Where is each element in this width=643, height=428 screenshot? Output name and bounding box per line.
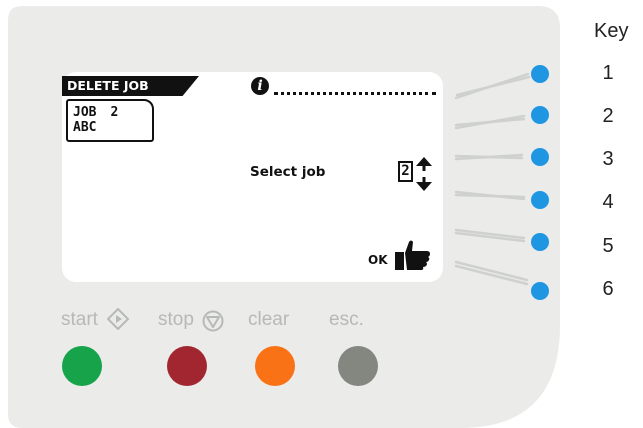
key-title: Key: [594, 20, 629, 42]
job-info-box: JOB 2 ABC: [66, 99, 154, 142]
job-number-value: 2: [398, 161, 413, 182]
soft-key-4[interactable]: [531, 191, 549, 209]
job-name: ABC: [73, 120, 97, 135]
start-label: start: [61, 309, 98, 330]
ok-label: OK: [368, 253, 388, 267]
select-job-label: Select job: [250, 164, 326, 180]
stop-label: stop: [158, 309, 194, 330]
up-down-arrows-icon: [416, 157, 432, 191]
dotted-leader: [274, 92, 436, 95]
start-diamond-icon: [107, 308, 129, 330]
job-number-label: 2: [110, 105, 119, 120]
thumbs-up-icon: [395, 240, 430, 270]
esc-label: esc.: [329, 309, 364, 330]
key-number-5: 5: [602, 235, 614, 257]
key-number-6: 6: [602, 278, 614, 300]
screen-title: DELETE JOB: [62, 76, 199, 96]
soft-key-5[interactable]: [531, 233, 549, 251]
soft-key-6[interactable]: [531, 282, 549, 300]
job-label: JOB: [73, 105, 97, 120]
clear-label: clear: [248, 309, 290, 330]
key-number-3: 3: [602, 148, 614, 170]
clear-button[interactable]: [255, 346, 295, 386]
stop-button[interactable]: [167, 346, 207, 386]
key-number-4: 4: [602, 191, 614, 213]
start-button[interactable]: [62, 346, 102, 386]
info-icon: i: [251, 77, 269, 95]
esc-button[interactable]: [338, 346, 378, 386]
soft-key-1[interactable]: [531, 65, 549, 83]
stop-triangle-icon: [202, 310, 224, 332]
key-number-1: 1: [602, 62, 614, 84]
key-number-2: 2: [602, 105, 614, 127]
lcd-screen: DELETE JOB JOB 2 ABC i Select job 2 OK: [62, 72, 443, 282]
soft-key-2[interactable]: [531, 106, 549, 124]
soft-key-3[interactable]: [531, 148, 549, 166]
